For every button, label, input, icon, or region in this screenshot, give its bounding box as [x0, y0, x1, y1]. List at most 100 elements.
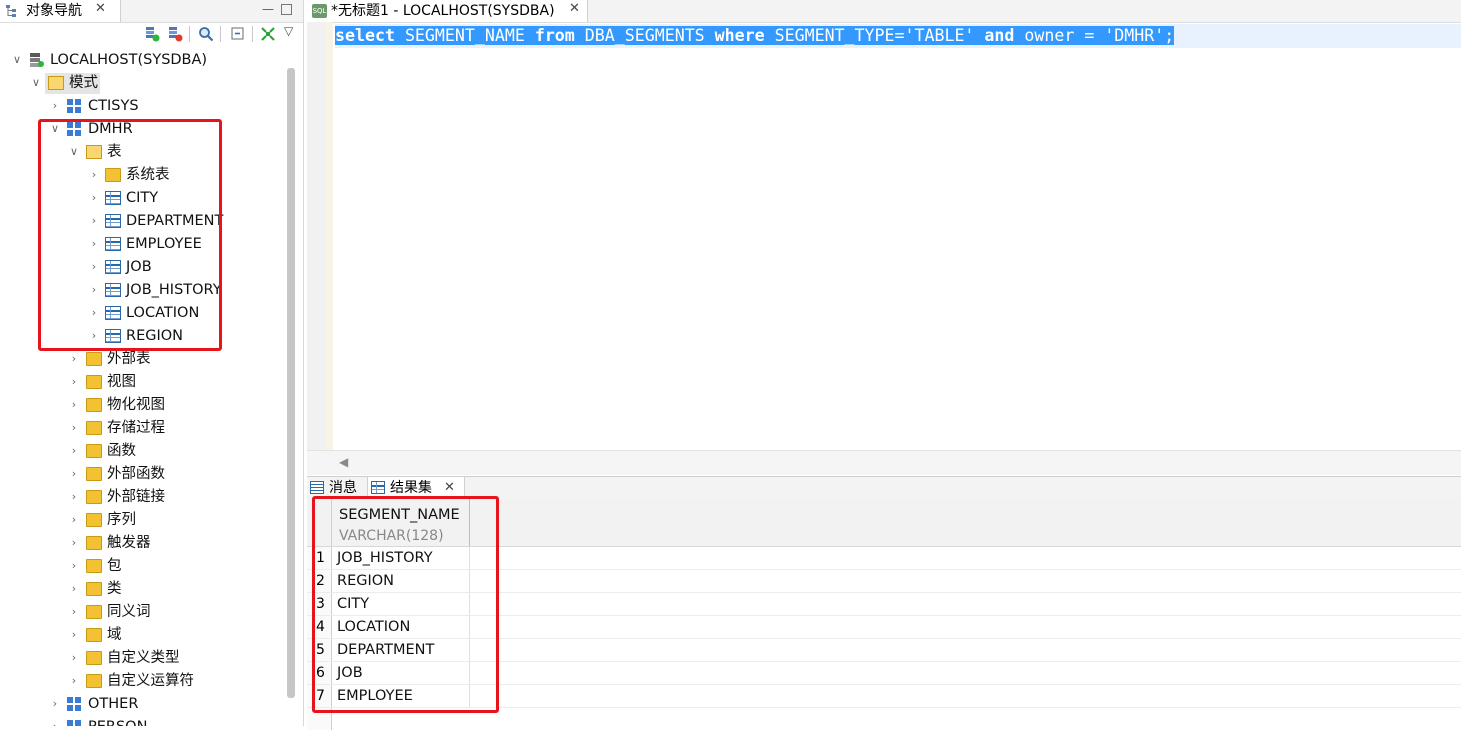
tree-item-connection[interactable]: ∨ LOCALHOST(SYSDBA) — [0, 49, 286, 72]
tree-item-folder[interactable]: › 存储过程 — [0, 417, 286, 440]
tree-item-schemas[interactable]: ∨ 模式 — [0, 72, 286, 95]
folder-icon — [86, 513, 102, 527]
folder-icon — [86, 490, 102, 504]
close-icon[interactable]: ✕ — [569, 1, 580, 16]
sql-keyword: where — [714, 26, 765, 45]
chevron-right-icon[interactable]: › — [69, 536, 79, 550]
tree-item-label: 物化视图 — [107, 397, 165, 413]
editor-annotation-gutter — [325, 22, 333, 450]
sql-keyword: from — [534, 26, 575, 45]
chevron-down-icon[interactable]: ∨ — [12, 53, 22, 67]
tree-item-label: 函数 — [107, 443, 136, 459]
toolbar-separator — [189, 26, 190, 42]
minimize-icon[interactable]: — — [262, 3, 274, 15]
search-icon[interactable] — [198, 26, 214, 42]
schema-icon — [67, 720, 83, 726]
chevron-right-icon[interactable]: › — [69, 375, 79, 389]
messages-icon — [310, 481, 324, 494]
chevron-down-icon[interactable]: ∨ — [31, 76, 41, 90]
sql-editor-panel: SQL *无标题1 - LOCALHOST(SYSDBA) ✕ select S… — [307, 0, 1461, 475]
database-connection-icon — [28, 53, 44, 67]
chevron-right-icon[interactable]: › — [69, 605, 79, 619]
folder-icon — [86, 674, 102, 688]
chevron-right-icon[interactable]: › — [69, 352, 79, 366]
collapse-icon[interactable] — [230, 26, 246, 42]
tree-item-label: 序列 — [107, 512, 136, 528]
tree-item-label: 外部函数 — [107, 466, 165, 482]
chevron-right-icon[interactable]: › — [50, 99, 60, 113]
chevron-right-icon[interactable]: › — [69, 398, 79, 412]
folder-icon — [86, 375, 102, 389]
chevron-right-icon[interactable]: › — [50, 697, 60, 711]
editor-tabbar: SQL *无标题1 - LOCALHOST(SYSDBA) ✕ — [307, 0, 1461, 23]
folder-icon — [86, 559, 102, 573]
tree-item-folder[interactable]: › 自定义类型 — [0, 647, 286, 670]
tree-item-schema-person[interactable]: › PERSON — [0, 716, 286, 726]
close-icon[interactable]: ✕ — [95, 1, 106, 16]
tree-item-schema-other[interactable]: › OTHER — [0, 693, 286, 716]
tree-item-label: OTHER — [88, 696, 139, 712]
tree-item-folder[interactable]: › 视图 — [0, 371, 286, 394]
tree-item-label: 同义词 — [107, 604, 151, 620]
tree-item-folder[interactable]: › 外部函数 — [0, 463, 286, 486]
sql-code-area[interactable]: select SEGMENT_NAME from DBA_SEGMENTS wh… — [335, 22, 1461, 450]
editor-tab[interactable]: SQL *无标题1 - LOCALHOST(SYSDBA) ✕ — [307, 0, 588, 22]
folder-icon — [86, 651, 102, 665]
folder-icon — [86, 444, 102, 458]
sql-text: owner = 'DMHR'; — [1014, 26, 1175, 45]
navigator-tab[interactable]: 对象导航 ✕ — [0, 0, 121, 22]
navigator-header: 对象导航 ✕ — — [0, 0, 303, 23]
sql-keyword: and — [984, 26, 1015, 45]
tree-item-label: 存储过程 — [107, 420, 165, 436]
tree-item-label: 外部链接 — [107, 489, 165, 505]
folder-icon — [86, 398, 102, 412]
tree-item-label: 自定义类型 — [107, 650, 180, 666]
navigator-tab-label: 对象导航 — [26, 3, 82, 19]
link-icon[interactable] — [260, 26, 276, 42]
chevron-right-icon[interactable]: › — [69, 651, 79, 665]
schema-icon — [67, 99, 83, 113]
tree-item-folder[interactable]: › 触发器 — [0, 532, 286, 555]
chevron-right-icon[interactable]: › — [69, 467, 79, 481]
chevron-right-icon[interactable]: › — [50, 720, 60, 726]
view-menu-icon[interactable]: ▽ — [284, 24, 300, 40]
tree-item-folder[interactable]: › 外部链接 — [0, 486, 286, 509]
chevron-right-icon[interactable]: › — [69, 444, 79, 458]
tree-item-label: 域 — [107, 627, 122, 643]
chevron-right-icon[interactable]: › — [69, 628, 79, 642]
scroll-left-icon[interactable]: ◀ — [339, 455, 348, 469]
tree-item-folder[interactable]: › 自定义运算符 — [0, 670, 286, 693]
chevron-right-icon[interactable]: › — [69, 421, 79, 435]
folder-icon — [86, 352, 102, 366]
tree-item-schema-ctisys[interactable]: › CTISYS — [0, 95, 286, 118]
connect-icon[interactable] — [144, 26, 160, 42]
chevron-right-icon[interactable]: › — [69, 674, 79, 688]
chevron-right-icon[interactable]: › — [69, 559, 79, 573]
sql-text: SEGMENT_TYPE='TABLE' — [764, 26, 985, 45]
tree-item-folder[interactable]: › 函数 — [0, 440, 286, 463]
editor-horizontal-scrollbar[interactable]: ◀ — [307, 450, 1461, 475]
folder-open-icon — [48, 76, 64, 90]
folder-icon — [86, 467, 102, 481]
folder-icon — [86, 582, 102, 596]
tree-item-folder[interactable]: › 域 — [0, 624, 286, 647]
chevron-right-icon[interactable]: › — [69, 490, 79, 504]
tree-item-folder[interactable]: › 同义词 — [0, 601, 286, 624]
tree-item-folder[interactable]: › 物化视图 — [0, 394, 286, 417]
folder-icon — [86, 605, 102, 619]
sql-statement[interactable]: select SEGMENT_NAME from DBA_SEGMENTS wh… — [335, 24, 1175, 48]
tree-item-folder[interactable]: › 包 — [0, 555, 286, 578]
tree-item-folder[interactable]: › 序列 — [0, 509, 286, 532]
tree-item-label: 自定义运算符 — [107, 673, 194, 689]
annotation-box-results — [312, 496, 499, 713]
tree-item-folder[interactable]: › 外部表 — [0, 348, 286, 371]
editor-tab-label: *无标题1 - LOCALHOST(SYSDBA) — [331, 3, 555, 19]
maximize-icon[interactable] — [281, 4, 292, 15]
chevron-right-icon[interactable]: › — [69, 513, 79, 527]
navigator-scrollbar[interactable] — [287, 68, 295, 698]
disconnect-icon[interactable] — [167, 26, 183, 42]
folder-icon — [86, 536, 102, 550]
tree-item-folder[interactable]: › 类 — [0, 578, 286, 601]
editor-line-gutter — [307, 22, 326, 450]
chevron-right-icon[interactable]: › — [69, 582, 79, 596]
